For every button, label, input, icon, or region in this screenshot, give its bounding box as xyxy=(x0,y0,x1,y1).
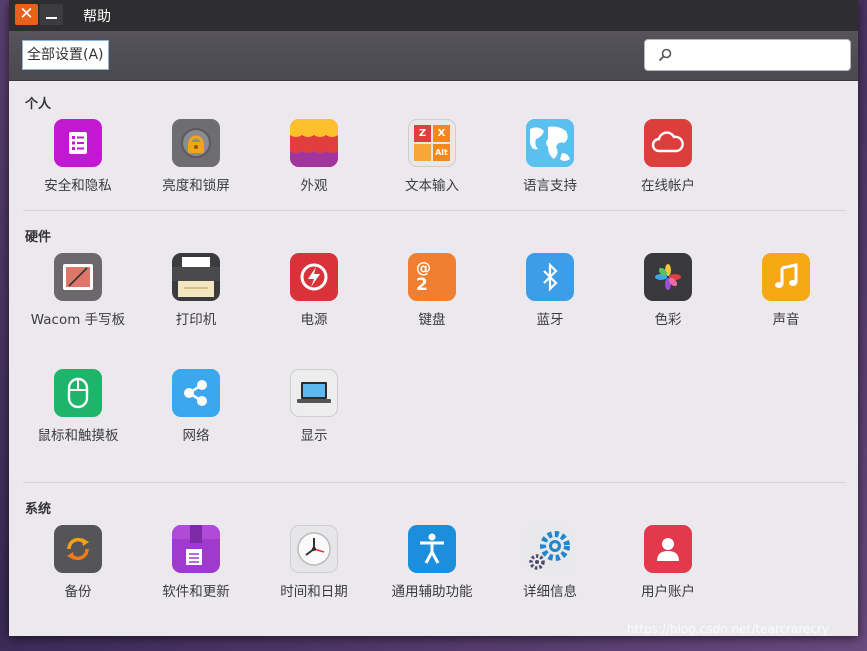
item-printer[interactable]: 打印机 xyxy=(137,253,255,332)
sound-icon xyxy=(762,253,810,301)
all-settings-button[interactable]: 全部设置(A) xyxy=(22,40,109,70)
item-software-updates[interactable]: 软件和更新 xyxy=(137,525,255,604)
mouse-touchpad-icon xyxy=(54,369,102,417)
details-icon xyxy=(526,525,574,573)
section-divider xyxy=(23,482,846,483)
keyboard-icon: @ 2 xyxy=(408,253,456,301)
keyboard-two-glyph: 2 xyxy=(416,274,428,295)
close-icon: ✕ xyxy=(19,4,34,24)
search-input[interactable] xyxy=(677,44,846,68)
network-icon xyxy=(172,369,220,417)
item-label: 色彩 xyxy=(654,312,682,328)
user-accounts-icon xyxy=(644,525,692,573)
window-title: 帮助 xyxy=(83,9,111,25)
text-input-icon: Z X Alt xyxy=(408,119,456,167)
key-alt-glyph: Alt xyxy=(433,144,450,161)
item-brightness-lock[interactable]: 亮度和锁屏 xyxy=(137,119,255,198)
item-language-support[interactable]: 语言支持 xyxy=(491,119,609,198)
language-support-icon xyxy=(526,119,574,167)
item-sound[interactable]: 声音 xyxy=(727,253,845,332)
power-icon xyxy=(290,253,338,301)
item-online-accounts[interactable]: 在线帐户 xyxy=(609,119,727,198)
time-date-icon xyxy=(290,525,338,573)
software-updates-icon xyxy=(172,525,220,573)
item-label: 网络 xyxy=(182,428,210,444)
item-label: 时间和日期 xyxy=(280,584,348,600)
item-power[interactable]: 电源 xyxy=(255,253,373,332)
online-accounts-icon xyxy=(644,119,692,167)
brightness-lock-icon xyxy=(172,119,220,167)
item-color[interactable]: 色彩 xyxy=(609,253,727,332)
search-icon xyxy=(658,48,672,62)
backup-icon xyxy=(54,525,102,573)
item-network[interactable]: 网络 xyxy=(137,369,255,448)
item-label: 软件和更新 xyxy=(162,584,230,600)
bluetooth-icon xyxy=(526,253,574,301)
item-label: 打印机 xyxy=(175,312,217,328)
key-z-glyph: Z xyxy=(414,125,431,142)
item-appearance[interactable]: 外观 xyxy=(255,119,373,198)
keyboard-at-glyph: @ xyxy=(416,258,431,277)
item-text-input[interactable]: Z X Alt 文本输入 xyxy=(373,119,491,198)
title-bar: ✕ 帮助 xyxy=(9,0,858,31)
item-display[interactable]: 显示 xyxy=(255,369,373,448)
minimize-button[interactable] xyxy=(40,4,63,25)
item-label: 键盘 xyxy=(418,312,446,328)
settings-window: ✕ 帮助 全部设置(A) 个人 安全和隐私 亮度和锁屏 外观 Z X Alt 文… xyxy=(9,0,858,636)
item-user-accounts[interactable]: 用户账户 xyxy=(609,525,727,604)
item-keyboard[interactable]: @ 2 键盘 xyxy=(373,253,491,332)
item-label: 详细信息 xyxy=(523,584,577,600)
section-title: 个人 xyxy=(25,97,52,112)
section-title: 系统 xyxy=(25,502,52,517)
display-icon xyxy=(290,369,338,417)
universal-access-icon xyxy=(408,525,456,573)
wacom-tablet-icon xyxy=(54,253,102,301)
item-label: Wacom 手写板 xyxy=(30,312,126,328)
section-divider xyxy=(23,210,846,211)
item-label: 亮度和锁屏 xyxy=(162,178,230,194)
search-field[interactable] xyxy=(644,39,851,71)
item-label: 用户账户 xyxy=(641,584,695,600)
printer-icon xyxy=(172,253,220,301)
item-label: 安全和隐私 xyxy=(44,178,112,194)
item-security-privacy[interactable]: 安全和隐私 xyxy=(19,119,137,198)
item-wacom-tablet[interactable]: Wacom 手写板 xyxy=(19,253,137,332)
settings-content: 个人 安全和隐私 亮度和锁屏 外观 Z X Alt 文本输入 语言支持 在线帐户… xyxy=(9,81,858,636)
item-label: 鼠标和触摸板 xyxy=(37,428,119,444)
item-label: 通用辅助功能 xyxy=(391,584,473,600)
item-label: 显示 xyxy=(300,428,328,444)
item-backup[interactable]: 备份 xyxy=(19,525,137,604)
item-mouse-touchpad[interactable]: 鼠标和触摸板 xyxy=(19,369,137,448)
item-time-date[interactable]: 时间和日期 xyxy=(255,525,373,604)
security-privacy-icon xyxy=(54,119,102,167)
item-label: 电源 xyxy=(300,312,328,328)
item-label: 声音 xyxy=(772,312,800,328)
item-label: 外观 xyxy=(300,178,328,194)
item-label: 备份 xyxy=(64,584,92,600)
color-icon xyxy=(644,253,692,301)
close-button[interactable]: ✕ xyxy=(15,4,38,25)
item-details[interactable]: 详细信息 xyxy=(491,525,609,604)
item-label: 语言支持 xyxy=(523,178,577,194)
item-label: 蓝牙 xyxy=(536,312,564,328)
key-x-glyph: X xyxy=(433,125,450,142)
item-label: 文本输入 xyxy=(405,178,459,194)
item-universal-access[interactable]: 通用辅助功能 xyxy=(373,525,491,604)
watermark: https://blog.csdn.net/tearcrarecry xyxy=(627,622,830,636)
appearance-icon xyxy=(290,119,338,167)
section-title: 硬件 xyxy=(25,230,52,245)
item-bluetooth[interactable]: 蓝牙 xyxy=(491,253,609,332)
toolbar: 全部设置(A) xyxy=(9,31,858,81)
item-label: 在线帐户 xyxy=(641,178,695,194)
